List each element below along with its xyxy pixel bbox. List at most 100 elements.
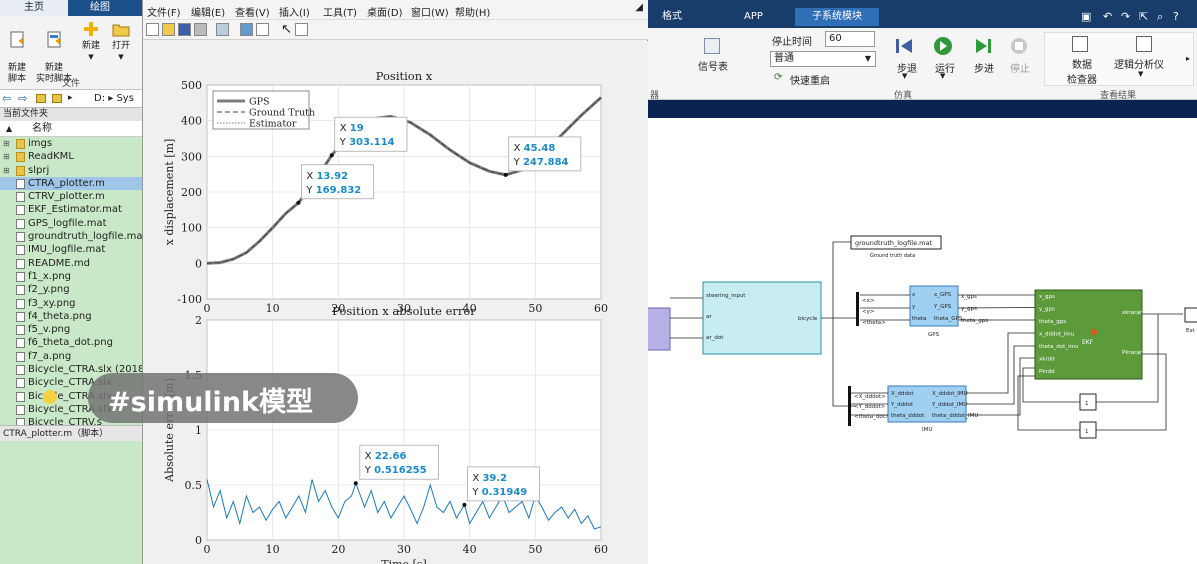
file-icon <box>16 205 25 216</box>
figure-menu-item[interactable]: 插入(I) <box>279 4 310 19</box>
name-column-header[interactable]: ▲ 名称 <box>0 121 142 137</box>
file-name: IMU_logfile.mat <box>28 244 106 256</box>
stop-button[interactable]: 停止 <box>1008 36 1034 82</box>
file-list-item[interactable]: EKF_Estimator.mat <box>0 203 142 216</box>
folder-up-icon[interactable] <box>36 94 46 103</box>
figure-menu-item[interactable]: 查看(V) <box>235 4 270 19</box>
forward-arrow-icon[interactable]: ⇨ <box>18 92 27 105</box>
file-list-item[interactable]: IMU_logfile.mat <box>0 243 142 256</box>
stop-time-input[interactable]: 60 <box>825 31 875 47</box>
input-subsystem-block <box>648 307 671 351</box>
tab-apps[interactable]: APP <box>744 10 763 30</box>
simulink-ribbon: 器 信号表 停止时间 60 普通 ▼ ⟳ 快速重启 步退 ▼ 运行 ▼ 步进 停止… <box>648 28 1197 101</box>
file-list-item[interactable]: groundtruth_logfile.mat <box>0 230 142 243</box>
file-list-item[interactable]: ⊞ imgs <box>0 137 142 150</box>
save-icon[interactable] <box>178 23 191 36</box>
expand-icon[interactable]: ⊞ <box>3 150 10 163</box>
y-tick-label: 200 <box>181 186 202 199</box>
figure-menu-item[interactable]: 编辑(E) <box>191 4 225 19</box>
ekf-input-port: y_gps <box>1039 307 1055 313</box>
chart-1: 0 10 20 30 40 50 60-1000100200300400500Positio… <box>163 69 608 315</box>
y-tick-label: 0.5 <box>185 479 203 492</box>
back-arrow-icon[interactable]: ⇦ <box>2 92 11 105</box>
signal-line <box>821 241 851 319</box>
gps-signal-label: theta_gps <box>961 318 988 324</box>
datatip-y: Y 0.31949 <box>471 487 527 498</box>
figure-menu-item[interactable]: 桌面(D) <box>367 4 403 19</box>
data-inspector-button[interactable]: 数据 检查器 <box>1060 36 1104 86</box>
simulation-mode-select[interactable]: 普通 ▼ <box>770 51 876 67</box>
file-list-item[interactable]: f3_xy.png <box>0 297 142 310</box>
stop-time-label: 停止时间 <box>772 37 812 48</box>
datatip-y-value: 303.114 <box>349 137 395 148</box>
x-tick-label: 50 <box>528 543 542 556</box>
chevron-down-icon: ▼ <box>118 53 124 61</box>
undo-icon[interactable]: ↶ <box>1103 10 1112 23</box>
bicycle-input-port: ar <box>706 314 712 320</box>
expand-icon[interactable]: ⊞ <box>3 164 10 177</box>
open-button[interactable]: 打开 ▼ <box>106 20 136 63</box>
file-list-item[interactable]: ⊞ ReadKML <box>0 150 142 163</box>
step-back-button[interactable]: 步退 ▼ <box>894 36 920 82</box>
figure-toolbar: ↖ <box>143 20 649 40</box>
legend-label: Ground Truth <box>249 108 315 119</box>
figure-menu-item[interactable]: 文件(F) <box>147 4 181 19</box>
address-bar[interactable]: ⇦ ⇨ ▸ D: ▸ Sys <box>0 90 142 108</box>
ribbon-expand-icon[interactable]: ▸ <box>1186 54 1190 63</box>
file-list-item[interactable]: CTRV_plotter.m <box>0 190 142 203</box>
figure-menu-item[interactable]: 帮助(H) <box>455 4 490 19</box>
chevron-down-icon: ▼ <box>1138 70 1144 78</box>
file-list-item[interactable]: CTRA_plotter.m <box>0 176 142 191</box>
y-axis-label: x displacement [m] <box>163 139 176 246</box>
chevron-down-icon: ▼ <box>864 54 871 63</box>
datatip-y-value: 0.31949 <box>482 487 528 498</box>
tab-format[interactable]: 格式 <box>662 10 682 30</box>
insert-colorbar-icon[interactable] <box>240 23 253 36</box>
datatip-marker <box>503 172 508 177</box>
sort-icon: ▲ <box>6 124 13 133</box>
file-list-item[interactable]: README.md <box>0 257 142 270</box>
pointer-icon[interactable]: ↖ <box>281 22 292 37</box>
bus-label: <y> <box>862 309 875 315</box>
file-list-item[interactable]: f4_theta.png <box>0 310 142 323</box>
run-button[interactable]: 运行 ▼ <box>932 36 958 82</box>
file-list-item[interactable]: f7_a.png <box>0 350 142 363</box>
expand-icon[interactable]: ⇱ <box>1139 10 1148 23</box>
browse-folder-icon[interactable] <box>52 94 62 103</box>
file-list-item[interactable]: ⊞ slprj <box>0 164 142 177</box>
file-icon <box>16 285 25 296</box>
tab-subsystem-block[interactable]: 子系统模块 <box>795 8 879 26</box>
file-list-item[interactable]: f2_y.png <box>0 283 142 296</box>
property-editor-icon[interactable] <box>295 23 308 36</box>
step-forward-button[interactable]: 步进 <box>972 36 998 82</box>
matlab-tabstrip: 主页 绘图 <box>0 0 142 16</box>
help-icon[interactable]: ? <box>1173 10 1179 23</box>
to-file-label: groundtruth_logfile.mat <box>855 239 932 247</box>
tab-plots[interactable]: 绘图 <box>70 0 130 16</box>
figure-menu-item[interactable]: 窗口(W) <box>411 4 449 19</box>
link-plot-icon[interactable] <box>216 23 229 36</box>
figure-menu-item[interactable]: 工具(T) <box>323 4 357 19</box>
redo-icon[interactable]: ↷ <box>1121 10 1130 23</box>
save-icon[interactable]: ▣ <box>1081 10 1091 23</box>
file-name: f2_y.png <box>28 284 70 296</box>
figure-canvas: 0 10 20 30 40 50 60-1000100200300400500Positio… <box>144 41 648 564</box>
imu-input-port: X_dddot <box>891 391 914 397</box>
current-folder-label: 当前文件夹 <box>0 108 142 121</box>
file-list-item[interactable]: f6_theta_dot.png <box>0 336 142 349</box>
file-list-item[interactable]: GPS_logfile.mat <box>0 217 142 230</box>
insert-legend-icon[interactable] <box>256 23 269 36</box>
tab-home[interactable]: 主页 <box>0 0 68 16</box>
window-dock-icon[interactable]: ◢ <box>635 2 643 13</box>
logic-analyzer-button[interactable]: 逻辑分析仪 ▼ <box>1114 36 1174 86</box>
new-button[interactable]: 新建 ▼ <box>76 20 106 63</box>
search-icon[interactable]: ⌕ <box>1157 10 1163 24</box>
new-figure-icon[interactable] <box>146 23 159 36</box>
ekf-output-port: Pkrarar <box>1122 350 1143 356</box>
file-list-item[interactable]: f1_x.png <box>0 270 142 283</box>
file-list-item[interactable]: f5_v.png <box>0 323 142 336</box>
plus-icon <box>82 20 100 38</box>
expand-icon[interactable]: ⊞ <box>3 137 10 150</box>
print-icon[interactable] <box>194 23 207 36</box>
open-file-icon[interactable] <box>162 23 175 36</box>
